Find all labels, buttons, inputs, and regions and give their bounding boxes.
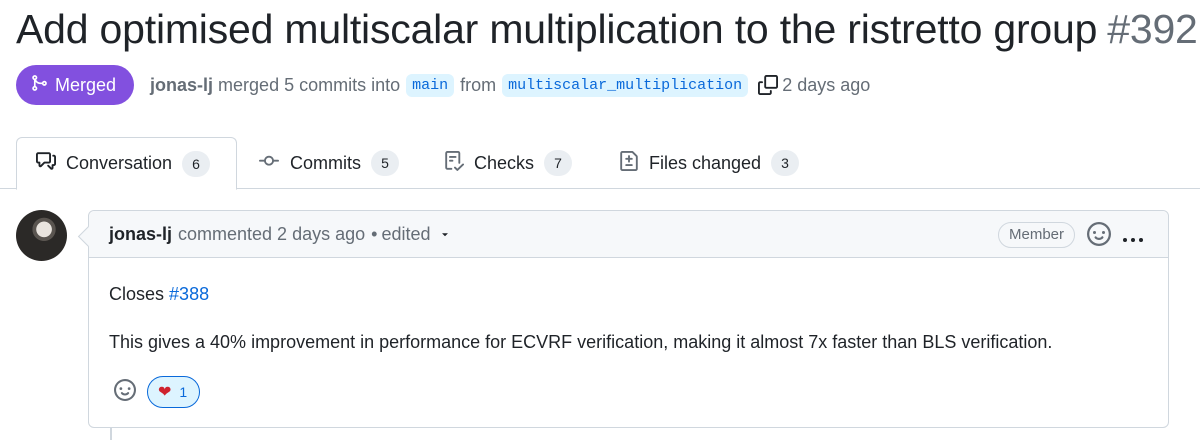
git-merge-icon [30, 74, 55, 97]
heart-reaction-count: 1 [179, 384, 188, 400]
heart-icon: ❤ [158, 384, 172, 401]
tab-checks-label: Checks [474, 152, 535, 173]
file-diff-icon [619, 150, 649, 176]
heart-reaction-button[interactable]: ❤ 1 [147, 376, 201, 408]
git-commit-icon [258, 151, 290, 176]
merge-time: 2 days ago [782, 74, 871, 95]
tab-conversation[interactable]: Conversation 6 [16, 137, 237, 190]
timeline-connector [110, 428, 112, 440]
comment-discussion-icon [36, 151, 66, 176]
comment-author-link[interactable]: jonas-lj [109, 224, 172, 245]
smiley-icon [114, 378, 136, 406]
tab-conversation-label: Conversation [66, 153, 173, 173]
base-branch-link[interactable]: main [406, 73, 455, 97]
avatar[interactable] [16, 210, 67, 261]
issue-link[interactable]: #388 [169, 284, 209, 304]
pr-tabs: Conversation 6 Commits 5 Checks 7 Files … [0, 137, 1200, 190]
edited-label: edited [381, 223, 431, 244]
from-text: from [460, 74, 497, 95]
tab-files-changed-label: Files changed [649, 152, 762, 173]
comment-separator: • [371, 223, 378, 244]
tab-checks[interactable]: Checks 7 [444, 137, 573, 189]
tab-checks-count: 7 [544, 150, 573, 176]
tab-conversation-count: 6 [182, 150, 211, 177]
pr-title: Add optimised multiscalar multiplication… [16, 6, 1198, 53]
copy-icon[interactable] [758, 75, 779, 95]
tab-commits-label: Commits [290, 152, 361, 173]
comment-action[interactable]: commented 2 days ago [178, 224, 365, 245]
triangle-down-icon [439, 224, 451, 245]
tab-files-changed[interactable]: Files changed 3 [619, 137, 800, 189]
closes-prefix: Closes [109, 284, 165, 304]
comment-text: This gives a 40% improvement in performa… [109, 332, 1053, 352]
comment-header: jonas-lj commented 2 days ago • edited M… [89, 211, 1168, 258]
edited-dropdown[interactable]: edited [381, 224, 450, 245]
pr-number: #392 [1107, 6, 1198, 52]
kebab-horizontal-icon[interactable] [1122, 229, 1144, 250]
comment-card: jonas-lj commented 2 days ago • edited M… [88, 210, 1169, 428]
merge-author-link[interactable]: jonas-lj [150, 75, 213, 96]
comment-body: Closes #388 This gives a 40% improvement… [89, 258, 1168, 354]
merged-state-badge: Merged [16, 65, 135, 105]
merged-state-label: Merged [55, 74, 117, 95]
checklist-icon [444, 150, 474, 176]
merge-meta: jonas-lj merged 5 commits into main from… [150, 73, 871, 97]
tab-commits-count: 5 [371, 150, 399, 176]
add-reaction-smiley-icon[interactable] [1087, 222, 1111, 251]
head-branch-link[interactable]: multiscalar_multiplication [502, 73, 749, 97]
reactions-bar: ❤ 1 [109, 376, 201, 408]
tab-commits[interactable]: Commits 5 [258, 137, 399, 189]
merge-text: merged 5 commits into [218, 74, 401, 95]
pr-state-row: Merged jonas-lj merged 5 commits into ma… [16, 65, 870, 105]
tab-files-changed-count: 3 [771, 150, 800, 176]
add-reaction-button[interactable] [109, 376, 141, 408]
pr-title-text: Add optimised multiscalar multiplication… [16, 6, 1098, 52]
member-role-badge: Member [997, 222, 1075, 248]
closes-line: Closes #388 [109, 282, 1148, 306]
